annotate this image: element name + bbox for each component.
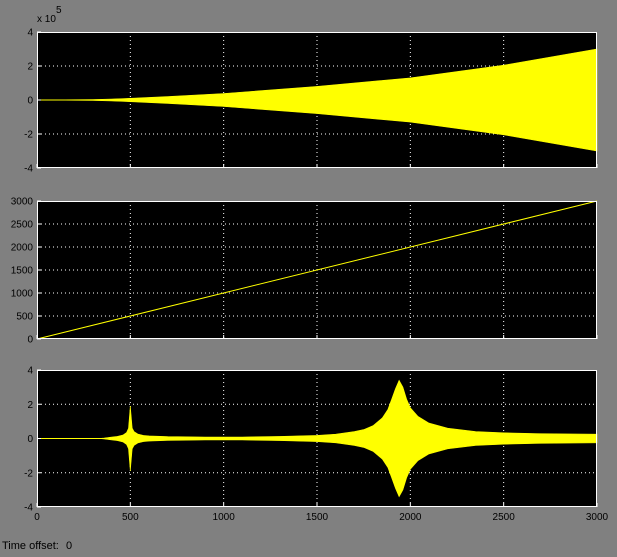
axes-1-ytick-label: -4 (24, 164, 33, 175)
axes-3-ytick-label: -2 (24, 468, 33, 479)
axes-1-ytick-label: -2 (24, 130, 33, 141)
axes-3-xtick-label: 2500 (493, 512, 516, 523)
axes-3-ytick-label: 0 (27, 434, 33, 445)
axes-3-xtick-label: 0 (34, 512, 40, 523)
axes-1-y-multiplier: x 10 (37, 14, 56, 25)
axes-3-xtick-label: 3000 (586, 512, 609, 523)
axes-2-ytick-label: 3000 (11, 197, 34, 208)
axes-3-xtick-label: 1000 (213, 512, 236, 523)
axes-3-xtick-label: 2000 (399, 512, 422, 523)
time-offset-value: 0 (66, 540, 73, 552)
status-bar: Time offset: 0 (0, 536, 617, 557)
time-offset-label: Time offset: (2, 540, 59, 552)
axes-2-ytick-label: 0 (27, 335, 33, 346)
axes-1-ytick-label: 4 (27, 28, 33, 39)
scope-figure: -4-2024x 105050010001500200025003000-4-2… (11, 5, 609, 523)
axes-2-ytick-label: 1000 (11, 289, 34, 300)
axes-3-xtick-label: 1500 (306, 512, 329, 523)
axes-3-ytick-label: 2 (27, 400, 33, 411)
axes-2-ytick-label: 1500 (11, 266, 34, 277)
axes-3-ytick-label: -4 (24, 503, 33, 514)
axes-3-ytick-label: 4 (27, 366, 33, 377)
axes-3-xtick-label: 500 (122, 512, 139, 523)
axes-1-ytick-label: 0 (27, 96, 33, 107)
axes-2-ytick-label: 2500 (11, 220, 34, 231)
axes-1-ytick-label: 2 (27, 62, 33, 73)
axes-1-y-multiplier-exponent: 5 (56, 5, 62, 16)
axes-2-ytick-label: 500 (16, 312, 33, 323)
axes-2-ytick-label: 2000 (11, 243, 34, 254)
